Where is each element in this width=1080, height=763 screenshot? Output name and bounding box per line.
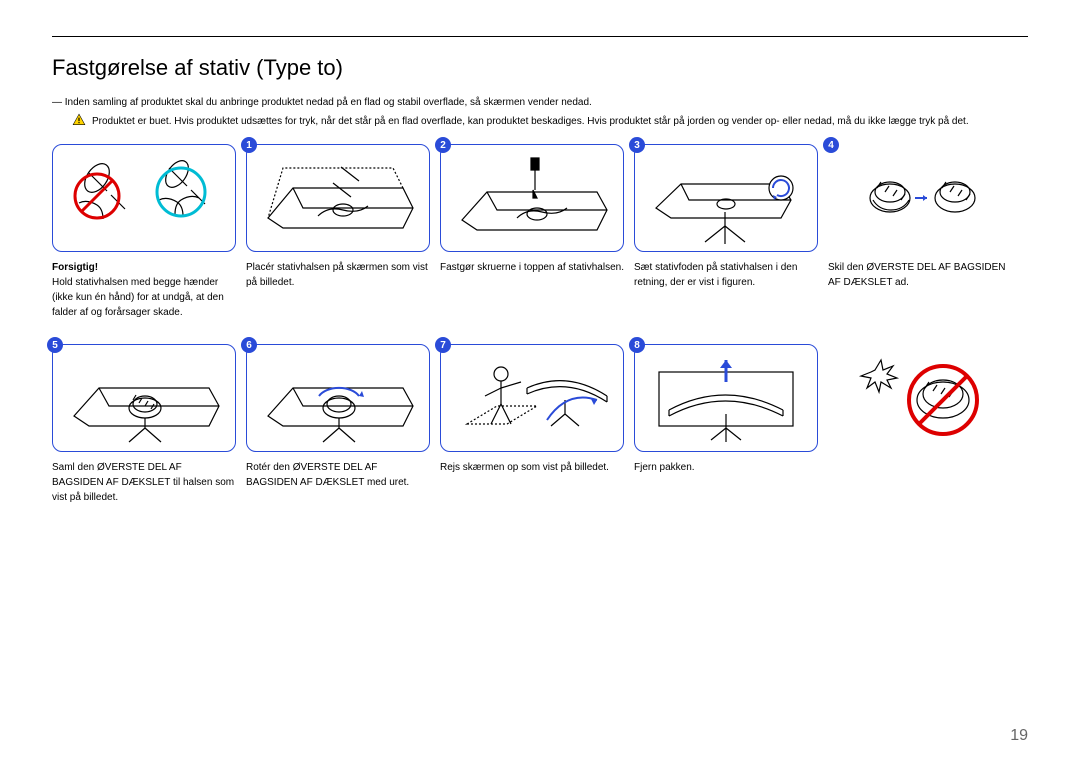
caption-2: Fastgør skruerne i toppen af stativhalse… [440, 260, 624, 300]
step-7: 7 Rejs skærmen op som vist på billedet. [440, 344, 624, 505]
step-2: 2 Fastgør skruerne i toppen af stativhal… [440, 144, 624, 320]
page-title: Fastgørelse af stativ (Type to) [52, 55, 1028, 81]
caption-caution-text: Hold stativhalsen med begge hænder (ikke… [52, 277, 224, 318]
caption-4: Skil den ØVERSTE DEL AF BAGSIDEN AF DÆKS… [828, 260, 1012, 300]
caption-6: Rotér den ØVERSTE DEL AF BAGSIDEN AF DÆK… [246, 460, 430, 500]
illustration-remove-box-icon [641, 348, 811, 448]
intro-text: Inden samling af produktet skal du anbri… [52, 95, 1028, 110]
badge-2: 2 [435, 137, 451, 153]
badge-1: 1 [241, 137, 257, 153]
caption-8: Fjern pakken. [634, 460, 818, 500]
caption-caution: Forsigtig! Hold stativhalsen med begge h… [52, 260, 236, 320]
illustration-place-neck-icon [253, 148, 423, 248]
step-8: 8 Fjern pakken. [634, 344, 818, 505]
caption-3: Sæt stativfoden på stativhalsen i den re… [634, 260, 818, 300]
badge-4: 4 [823, 137, 839, 153]
top-rule [52, 36, 1028, 37]
illustration-hold-neck-icon [59, 148, 229, 248]
figure-4: 4 [828, 144, 1012, 252]
figure-8: 8 [634, 344, 818, 452]
caption-7: Rejs skærmen op som vist på billedet. [440, 460, 624, 500]
figure-caution [52, 144, 236, 252]
step-5: 5 Saml den ØVERSTE DEL AF BAGSIDEN AF DÆ… [52, 344, 236, 505]
illustration-assemble-cover-icon [59, 348, 229, 448]
illustration-fasten-screws-icon [447, 148, 617, 248]
step-1: 1 Placér stativhalsen på skærmen som vis… [246, 144, 430, 320]
step-3: 3 Sæt stativfoden på stativhalsen i den … [634, 144, 818, 320]
warning-row: Produktet er buet. Hvis produktet udsætt… [72, 114, 1028, 132]
illustration-raise-monitor-icon [447, 348, 617, 448]
figure-2: 2 [440, 144, 624, 252]
illustration-separate-cover-icon [835, 148, 1005, 248]
caption-warning-press [828, 460, 1012, 500]
badge-6: 6 [241, 337, 257, 353]
step-4: 4 Skil den ØVERSTE DEL AF BAGSIDEN AF DÆ… [828, 144, 1012, 320]
warning-icon [72, 113, 86, 132]
illustration-attach-base-icon [641, 148, 811, 248]
figure-7: 7 [440, 344, 624, 452]
badge-7: 7 [435, 337, 451, 353]
badge-5: 5 [47, 337, 63, 353]
badge-3: 3 [629, 137, 645, 153]
figure-1: 1 [246, 144, 430, 252]
step-6: 6 Rotér den ØVERSTE DEL AF BAGSIDEN AF D… [246, 344, 430, 505]
caption-1: Placér stativhalsen på skærmen som vist … [246, 260, 430, 300]
figure-3: 3 [634, 144, 818, 252]
warning-text: Produktet er buet. Hvis produktet udsætt… [92, 114, 969, 129]
instruction-grid: Forsigtig! Hold stativhalsen med begge h… [52, 144, 1028, 505]
figure-6: 6 [246, 344, 430, 452]
page-number: 19 [1010, 727, 1028, 745]
step-caution: Forsigtig! Hold stativhalsen med begge h… [52, 144, 236, 320]
step-warning-press [828, 344, 1012, 505]
caption-5: Saml den ØVERSTE DEL AF BAGSIDEN AF DÆKS… [52, 460, 236, 505]
illustration-no-press-icon [835, 348, 1005, 448]
figure-warning-press [828, 344, 1012, 452]
caption-caution-strong: Forsigtig! [52, 260, 236, 275]
illustration-rotate-cover-icon [253, 348, 423, 448]
figure-5: 5 [52, 344, 236, 452]
badge-8: 8 [629, 337, 645, 353]
